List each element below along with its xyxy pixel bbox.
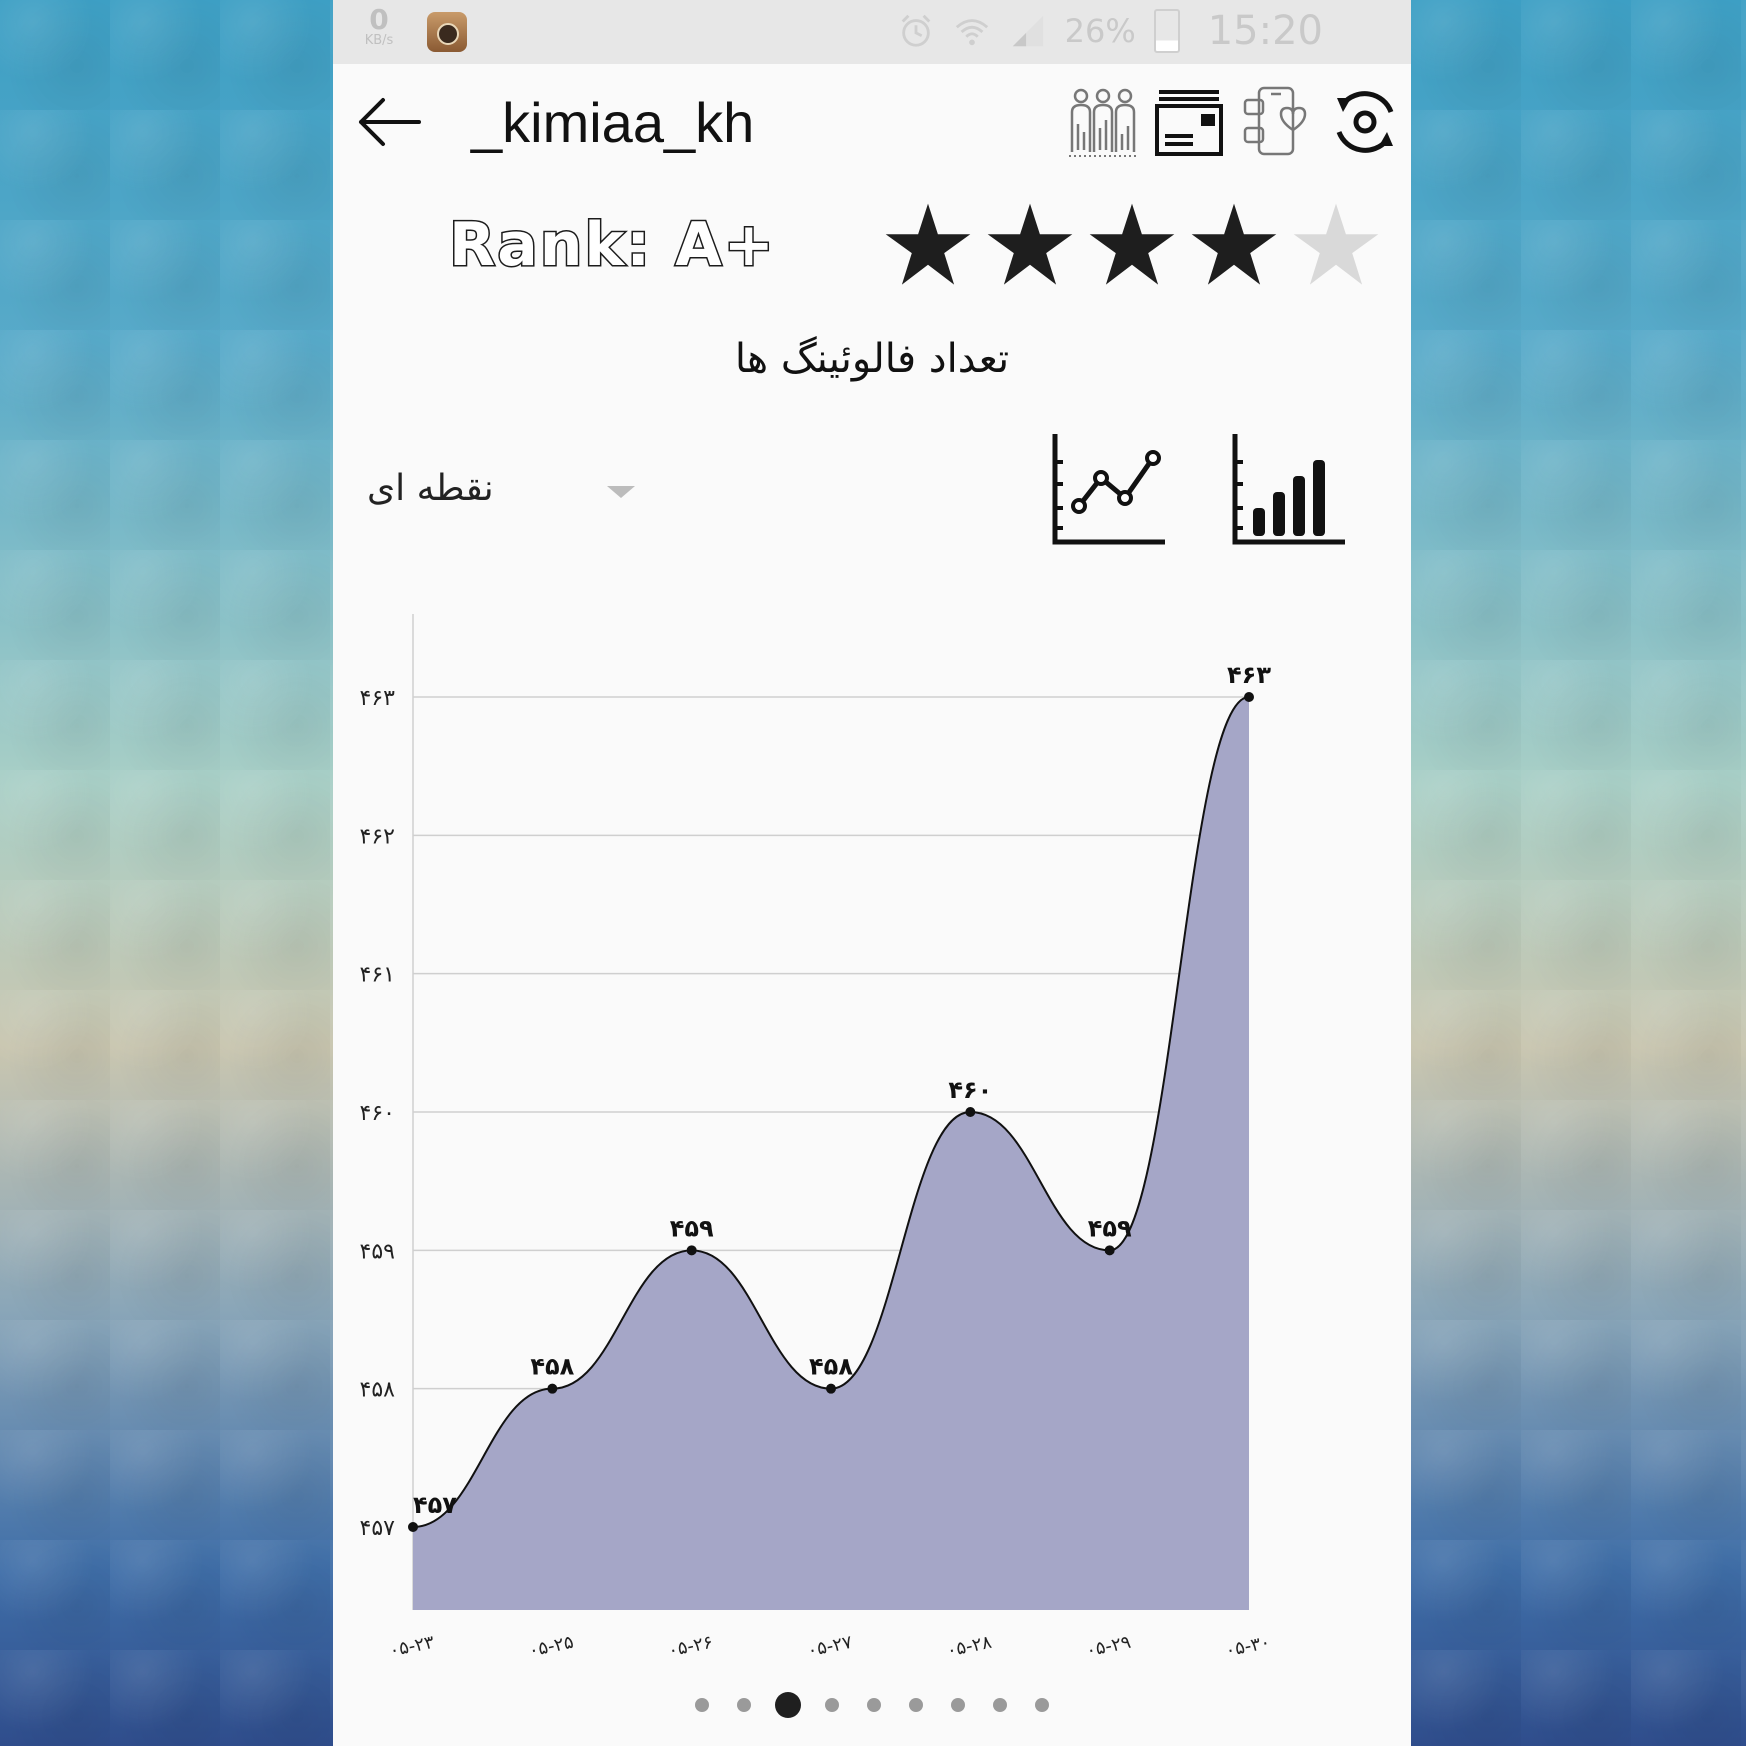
- alarm-icon: [901, 14, 930, 47]
- network-speed: 0 KB/s: [359, 3, 399, 48]
- chart-style-dropdown[interactable]: نقطه ای: [367, 468, 635, 524]
- page-indicator: [333, 1692, 1411, 1718]
- phone-engagement-icon[interactable]: [1241, 84, 1313, 160]
- data-point: [1244, 692, 1254, 702]
- signal-icon: [1012, 15, 1043, 47]
- star-filled-icon: [987, 203, 1073, 285]
- page-dot[interactable]: [867, 1698, 881, 1712]
- background-right: [1411, 0, 1746, 1746]
- star-filled-icon: [1089, 203, 1175, 285]
- x-tick-label: ۰۵-۲۳: [388, 1632, 437, 1662]
- data-point: [686, 1245, 697, 1256]
- page-dot[interactable]: [909, 1698, 923, 1712]
- back-arrow-icon[interactable]: [353, 90, 425, 154]
- bar-chart-icon[interactable]: [1229, 432, 1349, 548]
- background-left: [0, 0, 333, 1746]
- data-point: [408, 1522, 418, 1532]
- status-bar-right: 26% 15:20: [897, 8, 1323, 54]
- network-speed-value: 0: [369, 3, 389, 36]
- data-point: [826, 1383, 836, 1394]
- clock: 15:20: [1207, 8, 1323, 54]
- data-point: [1104, 1245, 1115, 1256]
- page-dot[interactable]: [737, 1698, 751, 1712]
- data-label: ۴۶۳: [1227, 661, 1271, 689]
- data-label: ۴۵۸: [530, 1353, 574, 1381]
- data-point: [965, 1107, 976, 1117]
- battery-percent: 26%: [1064, 12, 1136, 50]
- y-tick-label: ۴۵۷: [360, 1516, 396, 1541]
- dropdown-arrow-icon: [607, 486, 635, 498]
- page-dot[interactable]: [951, 1698, 965, 1712]
- y-tick-label: ۴۵۹: [360, 1239, 395, 1264]
- y-tick-label: ۴۶۳: [360, 686, 396, 711]
- data-label: ۴۵۷: [413, 1491, 457, 1519]
- data-label: ۴۵۸: [809, 1353, 853, 1381]
- page-dot[interactable]: [825, 1698, 839, 1712]
- page-dot[interactable]: [695, 1698, 709, 1712]
- data-label: ۴۵۹: [670, 1214, 714, 1242]
- page-dot[interactable]: [775, 1692, 801, 1718]
- line-chart-icon[interactable]: [1049, 432, 1169, 548]
- network-speed-unit: KB/s: [364, 33, 394, 48]
- star-filled-icon: [1191, 203, 1277, 285]
- y-tick-label: ۴۶۱: [360, 963, 395, 988]
- report-card-icon[interactable]: [1153, 84, 1225, 160]
- username-title: _kimiaa_kh: [471, 91, 755, 154]
- app-bar: _kimiaa_kh: [333, 64, 1411, 184]
- star-filled-icon: [885, 203, 971, 285]
- y-tick-label: ۴۶۲: [360, 824, 395, 849]
- area-fill: [413, 697, 1249, 1610]
- notification-app-icon: [427, 12, 467, 52]
- x-tick-label: ۰۵-۲۸: [945, 1632, 994, 1662]
- y-tick-label: ۴۵۸: [360, 1378, 396, 1403]
- page-dot[interactable]: [993, 1698, 1007, 1712]
- chart-title: تعداد فالوئینگ ها: [734, 336, 1010, 382]
- rating-stars: [883, 200, 1381, 290]
- wifi-icon: [955, 19, 988, 46]
- data-label: ۴۶۰: [948, 1076, 992, 1104]
- status-bar: 0 KB/s 26% 15:20: [333, 0, 1411, 64]
- x-tick-label: ۰۵-۲۹: [1084, 1632, 1133, 1662]
- x-tick-label: ۰۵-۲۷: [806, 1632, 855, 1662]
- battery-icon: [1153, 9, 1180, 53]
- page-dot[interactable]: [1035, 1698, 1049, 1712]
- following-count-chart: ۴۵۷ ۴۵۸ ۴۵۹ ۴۶۰ ۴۶۱ ۴۶۲ ۴۶۳ ۴۵۷ ۴۵۸ ۴۵۹ ۴۵۸ ۴۶۰ ۴۵۹ ۴…: [360, 614, 1273, 1662]
- data-point: [547, 1383, 558, 1394]
- followers-group-icon[interactable]: [1067, 84, 1139, 160]
- refresh-target-icon[interactable]: [1329, 84, 1401, 160]
- chart-style-dropdown-value: نقطه ای: [367, 468, 494, 509]
- x-tick-label: ۰۵-۲۵: [527, 1632, 576, 1662]
- y-tick-label: ۴۶۰: [360, 1101, 395, 1126]
- star-empty-icon: [1293, 203, 1379, 285]
- data-label: ۴۵۹: [1088, 1214, 1132, 1242]
- rank-label: Rank: A+: [448, 209, 776, 282]
- x-tick-label: ۰۵-۳۰: [1224, 1632, 1273, 1662]
- x-tick-label: ۰۵-۲۶: [666, 1632, 715, 1662]
- phone-screen: 0 KB/s 26% 15:20 _kimiaa_kh Rank: A+ تعد…: [333, 0, 1411, 1746]
